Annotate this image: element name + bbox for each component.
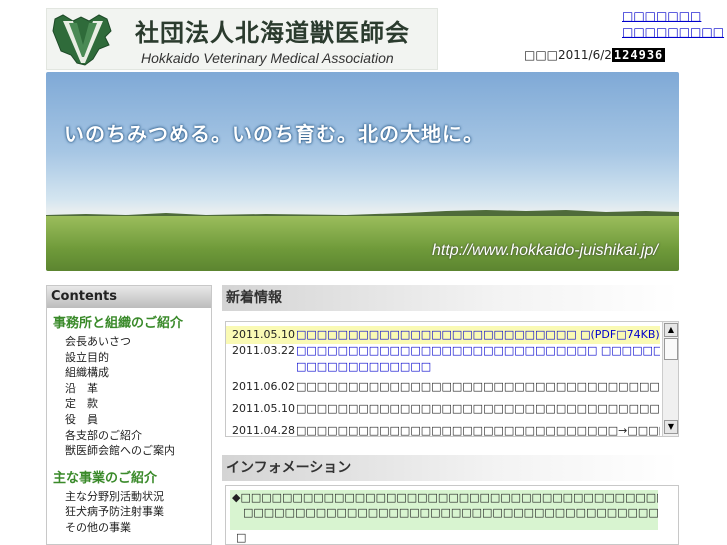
page-header: 社団法人北海道獣医師会 Hokkaido Veterinary Medical … xyxy=(0,0,727,72)
news-text: □□□□□□□□□□□□□□□□□□□□□□□□□□□□□□□→□□□□□□□□… xyxy=(296,424,660,437)
top-link-1[interactable]: □□□□□□□ xyxy=(622,8,724,24)
top-link-2[interactable]: □□□□□□□□□ xyxy=(622,24,724,40)
news-box: 2011.05.10 □□□□□□□□□□□□□□□□□□□□□□□□□□□ □(… xyxy=(225,321,679,437)
sidebar-item[interactable]: 主な分野別活動状況 xyxy=(65,489,211,505)
top-links: □□□□□□□ □□□□□□□□□ xyxy=(622,8,724,40)
news-row: 2011.03.22 □□□□□□□□□□□□□□□□□□□□□□□□□□□□□ … xyxy=(226,344,660,358)
sidebar-item[interactable]: 会長あいさつ xyxy=(65,334,211,350)
news-row: 2011.05.10 □□□□□□□□□□□□□□□□□□□□□□□□□□□□□□… xyxy=(226,398,660,420)
news-date: 2011.05.10 xyxy=(232,328,295,341)
sidebar-section-title[interactable]: 事務所と組織のご紹介 xyxy=(47,314,211,334)
site-logo[interactable]: 社団法人北海道獣医師会 Hokkaido Veterinary Medical … xyxy=(46,8,438,70)
news-link[interactable]: □□□□□□□□□□□□□□□□□□□□□□□□□□□ □(PDF□74KB) xyxy=(296,326,660,344)
info-box: ◆□□□□□□□□□□□□□□□□□□□□□□□□□□□□□□□□□□□□□□□… xyxy=(225,485,679,545)
news-date: 2011.05.10 xyxy=(232,402,295,415)
news-scrollbar[interactable]: ▲ ▼ xyxy=(662,322,678,436)
sidebar-item[interactable]: 各支部のご紹介 xyxy=(65,428,211,444)
news-date: 2011.03.22 xyxy=(232,344,295,357)
hokkaido-map-logo-icon xyxy=(52,14,112,66)
info-line: □□□□□□□□□□□□□□□□□□□□□□□□□□□□□□□□□□□□□□□□… xyxy=(242,506,658,519)
counter-label: □□□2011/6/2 xyxy=(524,48,612,62)
scroll-up-icon[interactable]: ▲ xyxy=(664,323,678,337)
main-content: 新着情報 2011.05.10 □□□□□□□□□□□□□□□□□□□□□□□□□… xyxy=(222,285,679,545)
info-line: ◆□□□□□□□□□□□□□□□□□□□□□□□□□□□□□□□□□□□□□□□… xyxy=(232,491,658,504)
news-heading: 新着情報 xyxy=(222,285,679,311)
news-date xyxy=(226,358,296,376)
hero-banner: いのちみつめる。いのち育む。北の大地に。 http://www.hokkaido… xyxy=(46,72,679,271)
sidebar-item[interactable]: 狂犬病予防注射事業 xyxy=(65,504,211,520)
sidebar-list-organization: 会長あいさつ 設立目的 組織構成 沿 革 定 款 役 員 各支部のご紹介 獣医師… xyxy=(47,334,211,459)
sidebar-item[interactable]: 組織構成 xyxy=(65,365,211,381)
counter-value: 124936 xyxy=(611,48,666,62)
info-notice: ◆□□□□□□□□□□□□□□□□□□□□□□□□□□□□□□□□□□□□□□□… xyxy=(230,490,658,530)
news-list: 2011.05.10 □□□□□□□□□□□□□□□□□□□□□□□□□□□ □(… xyxy=(226,322,660,437)
news-row: □□□□□□□□□□□□□ xyxy=(226,358,660,376)
banner-slogan: いのちみつめる。いのち育む。北の大地に。 xyxy=(64,122,484,146)
logo-title-jp: 社団法人北海道獣医師会 xyxy=(135,19,410,47)
news-row: 2011.06.02 □□□□□□□□□□□□□□□□□□□□□□□□□□□□□□… xyxy=(226,376,660,398)
news-date: 2011.06.02 xyxy=(232,380,295,393)
sidebar-item[interactable]: その他の事業 xyxy=(65,520,211,536)
news-text: □□□□□□□□□□□□□□□□□□□□□□□□□□□□□□□□□□□□□□□□… xyxy=(296,402,660,415)
sidebar-item[interactable]: 沿 革 xyxy=(65,381,211,397)
info-extra: □ xyxy=(236,531,247,544)
sidebar: Contents 事務所と組織のご紹介 会長あいさつ 設立目的 組織構成 沿 革… xyxy=(46,285,212,545)
sidebar-item[interactable]: 設立目的 xyxy=(65,350,211,366)
news-link[interactable]: □□□□□□□□□□□□□ xyxy=(296,358,660,376)
sidebar-heading: Contents xyxy=(47,286,211,308)
info-heading: インフォメーション xyxy=(222,455,679,481)
scroll-down-icon[interactable]: ▼ xyxy=(664,420,678,434)
logo-title-en: Hokkaido Veterinary Medical Association xyxy=(141,50,394,66)
sidebar-item[interactable]: 役 員 xyxy=(65,412,211,428)
sidebar-item[interactable]: 定 款 xyxy=(65,396,211,412)
sidebar-section-title[interactable]: 主な事業のご紹介 xyxy=(47,469,211,489)
sidebar-item[interactable]: 獣医師会館へのご案内 xyxy=(65,443,211,459)
scroll-thumb[interactable] xyxy=(664,338,678,360)
access-counter: □□□2011/6/2 124936 xyxy=(524,48,666,62)
news-date: 2011.04.28 xyxy=(232,424,295,437)
news-link[interactable]: □□□□□□□□□□□□□□□□□□□□□□□□□□□□□ □□□□□□□□□□… xyxy=(296,344,660,358)
news-row: 2011.05.10 □□□□□□□□□□□□□□□□□□□□□□□□□□□ □(… xyxy=(226,326,660,344)
banner-url: http://www.hokkaido-juishikai.jp/ xyxy=(432,242,658,259)
sidebar-list-activities: 主な分野別活動状況 狂犬病予防注射事業 その他の事業 xyxy=(47,489,211,536)
news-row: 2011.04.28 □□□□□□□□□□□□□□□□□□□□□□□□□□□□□□… xyxy=(226,420,660,437)
news-text: □□□□□□□□□□□□□□□□□□□□□□□□□□□□□□□□□□□□□□□□… xyxy=(296,380,660,393)
